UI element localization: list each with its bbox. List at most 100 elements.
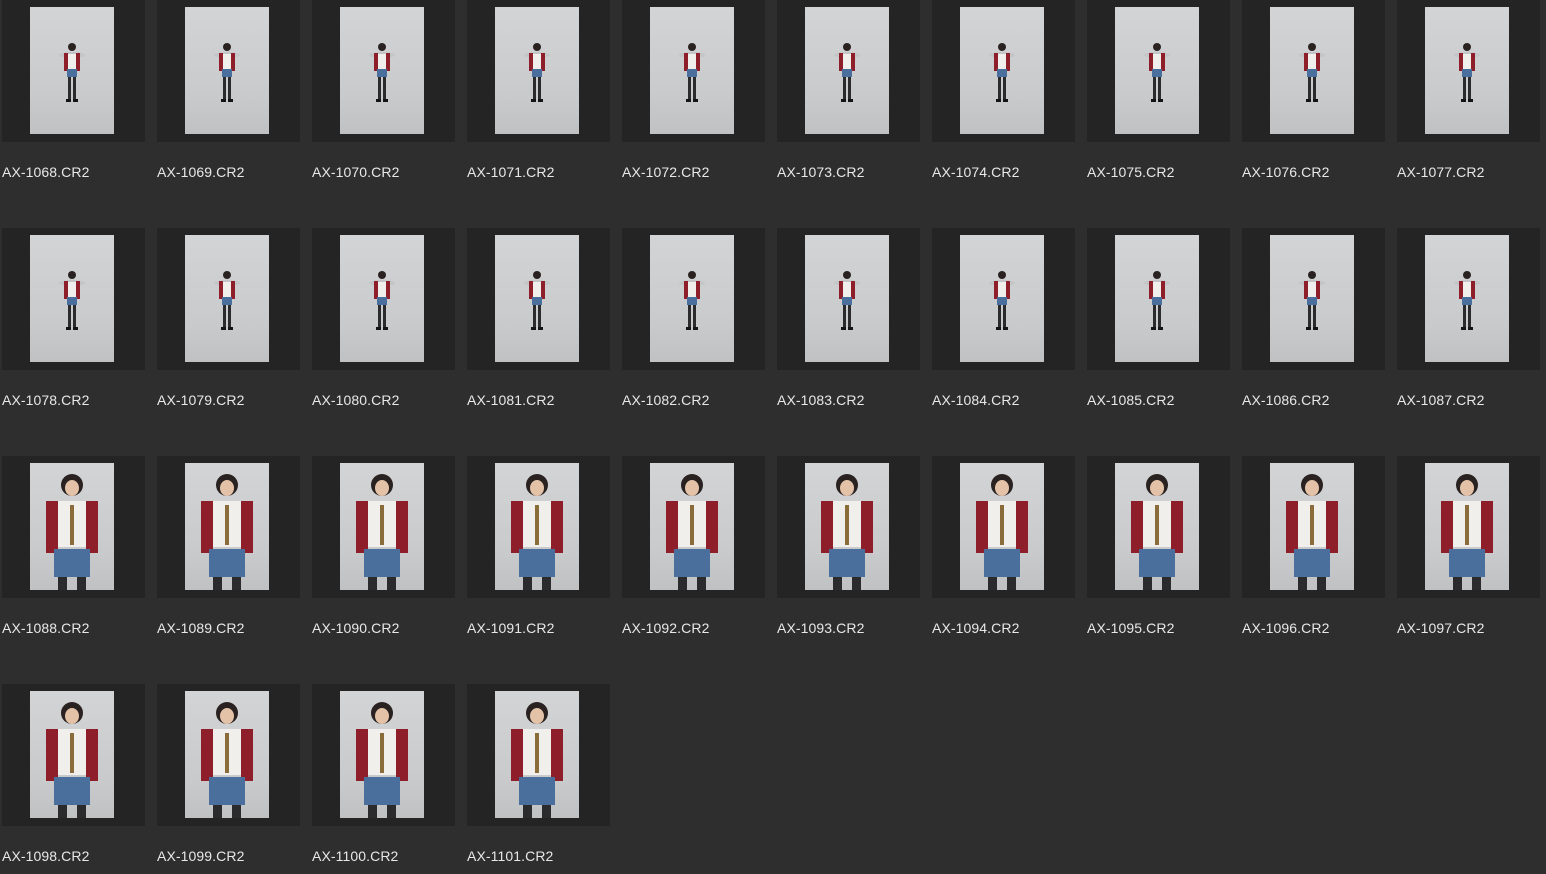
thumbnail-item[interactable]: AX-1100.CR2 [312, 684, 455, 874]
file-name-label[interactable]: AX-1095.CR2 [1087, 620, 1174, 636]
photo-thumbnail[interactable] [1425, 7, 1509, 134]
thumbnail-item[interactable]: AX-1089.CR2 [157, 456, 300, 646]
thumbnail-frame[interactable] [312, 684, 455, 826]
thumbnail-frame[interactable] [312, 228, 455, 370]
thumbnail-frame[interactable] [1242, 228, 1385, 370]
file-name-label[interactable]: AX-1083.CR2 [777, 392, 864, 408]
thumbnail-item[interactable]: AX-1075.CR2 [1087, 0, 1230, 190]
thumbnail-frame[interactable] [1397, 456, 1540, 598]
thumbnail-frame[interactable] [157, 456, 300, 598]
thumbnail-frame[interactable] [1397, 228, 1540, 370]
file-name-label[interactable]: AX-1088.CR2 [2, 620, 89, 636]
file-name-label[interactable]: AX-1084.CR2 [932, 392, 1019, 408]
thumbnail-frame[interactable] [312, 0, 455, 142]
photo-thumbnail[interactable] [650, 7, 734, 134]
thumbnail-item[interactable]: AX-1083.CR2 [777, 228, 920, 418]
thumbnail-frame[interactable] [777, 228, 920, 370]
thumbnail-frame[interactable] [157, 0, 300, 142]
thumbnail-item[interactable]: AX-1076.CR2 [1242, 0, 1385, 190]
thumbnail-item[interactable]: AX-1073.CR2 [777, 0, 920, 190]
photo-thumbnail[interactable] [185, 7, 269, 134]
photo-thumbnail[interactable] [495, 463, 579, 590]
photo-thumbnail[interactable] [185, 235, 269, 362]
thumbnail-frame[interactable] [2, 684, 145, 826]
thumbnail-item[interactable]: AX-1096.CR2 [1242, 456, 1385, 646]
photo-thumbnail[interactable] [1115, 463, 1199, 590]
photo-thumbnail[interactable] [650, 235, 734, 362]
photo-thumbnail[interactable] [340, 235, 424, 362]
thumbnail-frame[interactable] [2, 456, 145, 598]
thumbnail-frame[interactable] [622, 0, 765, 142]
thumbnail-frame[interactable] [2, 0, 145, 142]
file-name-label[interactable]: AX-1079.CR2 [157, 392, 244, 408]
thumbnail-frame[interactable] [467, 228, 610, 370]
photo-thumbnail[interactable] [1115, 235, 1199, 362]
file-name-label[interactable]: AX-1081.CR2 [467, 392, 554, 408]
file-name-label[interactable]: AX-1086.CR2 [1242, 392, 1329, 408]
file-name-label[interactable]: AX-1085.CR2 [1087, 392, 1174, 408]
file-name-label[interactable]: AX-1094.CR2 [932, 620, 1019, 636]
thumbnail-frame[interactable] [1242, 0, 1385, 142]
photo-thumbnail[interactable] [495, 235, 579, 362]
file-name-label[interactable]: AX-1100.CR2 [312, 848, 398, 864]
file-name-label[interactable]: AX-1072.CR2 [622, 164, 709, 180]
file-name-label[interactable]: AX-1068.CR2 [2, 164, 89, 180]
photo-thumbnail[interactable] [340, 691, 424, 818]
thumbnail-frame[interactable] [312, 456, 455, 598]
thumbnail-item[interactable]: AX-1101.CR2 [467, 684, 610, 874]
photo-thumbnail[interactable] [1270, 7, 1354, 134]
thumbnail-item[interactable]: AX-1085.CR2 [1087, 228, 1230, 418]
thumbnail-frame[interactable] [932, 456, 1075, 598]
thumbnail-item[interactable]: AX-1080.CR2 [312, 228, 455, 418]
file-name-label[interactable]: AX-1069.CR2 [157, 164, 244, 180]
thumbnail-item[interactable]: AX-1079.CR2 [157, 228, 300, 418]
photo-thumbnail[interactable] [650, 463, 734, 590]
photo-thumbnail[interactable] [340, 7, 424, 134]
file-name-label[interactable]: AX-1092.CR2 [622, 620, 709, 636]
file-name-label[interactable]: AX-1097.CR2 [1397, 620, 1484, 636]
photo-thumbnail[interactable] [340, 463, 424, 590]
photo-thumbnail[interactable] [1425, 235, 1509, 362]
thumbnail-item[interactable]: AX-1099.CR2 [157, 684, 300, 874]
photo-thumbnail[interactable] [1115, 7, 1199, 134]
file-name-label[interactable]: AX-1080.CR2 [312, 392, 399, 408]
photo-thumbnail[interactable] [1425, 463, 1509, 590]
thumbnail-frame[interactable] [1087, 456, 1230, 598]
thumbnail-frame[interactable] [777, 0, 920, 142]
photo-thumbnail[interactable] [30, 235, 114, 362]
thumbnail-item[interactable]: AX-1078.CR2 [2, 228, 145, 418]
file-name-label[interactable]: AX-1074.CR2 [932, 164, 1019, 180]
thumbnail-frame[interactable] [157, 228, 300, 370]
thumbnail-frame[interactable] [932, 0, 1075, 142]
thumbnail-item[interactable]: AX-1084.CR2 [932, 228, 1075, 418]
file-name-label[interactable]: AX-1075.CR2 [1087, 164, 1174, 180]
thumbnail-item[interactable]: AX-1072.CR2 [622, 0, 765, 190]
photo-thumbnail[interactable] [960, 7, 1044, 134]
thumbnail-frame[interactable] [777, 456, 920, 598]
thumbnail-item[interactable]: AX-1097.CR2 [1397, 456, 1540, 646]
thumbnail-frame[interactable] [2, 228, 145, 370]
thumbnail-frame[interactable] [1087, 0, 1230, 142]
file-name-label[interactable]: AX-1077.CR2 [1397, 164, 1484, 180]
thumbnail-item[interactable]: AX-1092.CR2 [622, 456, 765, 646]
thumbnail-item[interactable]: AX-1093.CR2 [777, 456, 920, 646]
file-name-label[interactable]: AX-1071.CR2 [467, 164, 554, 180]
file-name-label[interactable]: AX-1096.CR2 [1242, 620, 1329, 636]
thumbnail-frame[interactable] [467, 0, 610, 142]
photo-thumbnail[interactable] [185, 691, 269, 818]
photo-thumbnail[interactable] [805, 235, 889, 362]
thumbnail-item[interactable]: AX-1090.CR2 [312, 456, 455, 646]
thumbnail-item[interactable]: AX-1081.CR2 [467, 228, 610, 418]
file-name-label[interactable]: AX-1070.CR2 [312, 164, 399, 180]
thumbnail-frame[interactable] [1087, 228, 1230, 370]
file-name-label[interactable]: AX-1082.CR2 [622, 392, 709, 408]
file-name-label[interactable]: AX-1073.CR2 [777, 164, 864, 180]
thumbnail-item[interactable]: AX-1077.CR2 [1397, 0, 1540, 190]
photo-thumbnail[interactable] [1270, 463, 1354, 590]
file-name-label[interactable]: AX-1099.CR2 [157, 848, 244, 864]
photo-thumbnail[interactable] [30, 691, 114, 818]
thumbnail-item[interactable]: AX-1071.CR2 [467, 0, 610, 190]
thumbnail-frame[interactable] [1397, 0, 1540, 142]
thumbnail-item[interactable]: AX-1088.CR2 [2, 456, 145, 646]
photo-thumbnail[interactable] [495, 691, 579, 818]
